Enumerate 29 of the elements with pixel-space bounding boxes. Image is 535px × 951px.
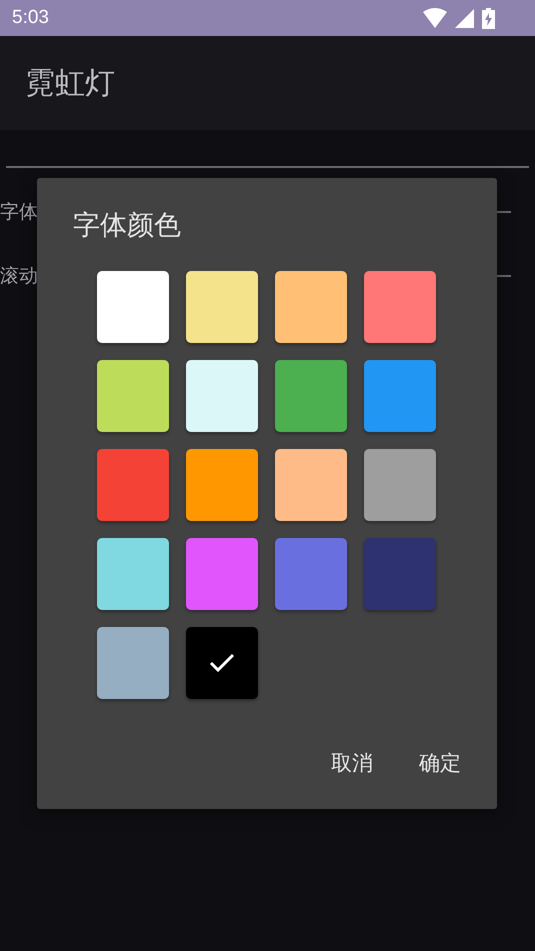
color-swatch[interactable]: [364, 360, 436, 432]
setting-label: 滚动: [0, 264, 38, 289]
wifi-icon: [423, 8, 447, 28]
color-swatch[interactable]: [186, 271, 258, 343]
dialog-title: 字体颜色: [73, 209, 182, 243]
color-swatch[interactable]: [275, 271, 347, 343]
setting-label: 字体: [0, 200, 38, 225]
color-swatch[interactable]: [97, 360, 169, 432]
color-swatch[interactable]: [364, 449, 436, 521]
color-swatch[interactable]: [186, 449, 258, 521]
signal-icon: [455, 8, 474, 28]
color-swatch[interactable]: [97, 271, 169, 343]
color-swatch[interactable]: [97, 627, 169, 699]
color-swatch[interactable]: [97, 538, 169, 610]
color-swatch[interactable]: [275, 360, 347, 432]
color-swatch[interactable]: [364, 538, 436, 610]
color-swatch[interactable]: [186, 538, 258, 610]
dialog-button[interactable]: 取消: [323, 741, 381, 785]
color-swatch[interactable]: [275, 449, 347, 521]
color-swatch[interactable]: [97, 449, 169, 521]
status-time: 5:03: [12, 7, 49, 29]
check-icon: [209, 653, 235, 673]
color-swatch[interactable]: [186, 627, 258, 699]
app-title: 霓虹灯: [25, 64, 115, 102]
color-swatch[interactable]: [364, 271, 436, 343]
color-swatch[interactable]: [275, 538, 347, 610]
dialog-button[interactable]: 确定: [411, 741, 469, 785]
color-swatch[interactable]: [186, 360, 258, 432]
battery-icon: [482, 8, 495, 28]
